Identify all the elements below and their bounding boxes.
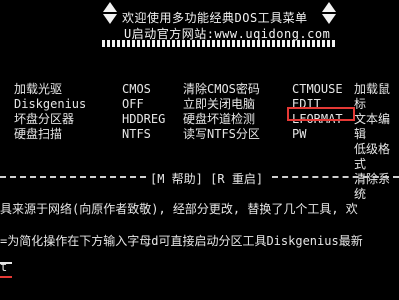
selection-highlight-box: [287, 107, 355, 121]
menu-item-off[interactable]: OFF: [122, 97, 165, 112]
menu-desc-bad-sector-check: 硬盘坏道检测: [183, 112, 256, 126]
menu-column-1: 加载光驱 Diskgenius 坏盘分区器 硬盘扫描: [14, 82, 86, 142]
menu-desc-clear-cmos: 清除CMOS密码: [183, 82, 260, 96]
menu-desc-text-edit: 文本编辑: [354, 112, 391, 141]
help-button[interactable]: [M 帮助]: [150, 172, 203, 186]
red-marker: [0, 276, 12, 278]
menu-item-disk-scan[interactable]: 硬盘扫描: [14, 127, 86, 142]
info-line-1: 具来源于网络(向原作者致敬), 经部分更改, 替换了几个工具, 欢: [0, 202, 358, 216]
help-bar: [M 帮助] [R 重启]: [146, 170, 268, 187]
restart-button[interactable]: [R 重启]: [210, 172, 263, 186]
info-line-2: =为简化操作在下方输入字母d可直接启动分区工具Diskgenius最新: [0, 234, 363, 248]
triangle-down-icon: [103, 14, 117, 24]
triangle-up-icon: [103, 2, 117, 12]
menu-item-cmos[interactable]: CMOS: [122, 82, 165, 97]
menu-item-diskgenius[interactable]: Diskgenius: [14, 97, 86, 112]
menu-column-5: 加载鼠标 文本编辑 低级格式 清除系统: [354, 82, 399, 202]
menu-desc-shutdown: 立即关闭电脑: [183, 97, 256, 111]
menu-column-2: CMOS OFF HDDREG NTFS: [122, 82, 165, 142]
divider-right: [272, 176, 399, 178]
triangle-down-icon: [322, 14, 336, 24]
divider-left: [0, 176, 146, 178]
banner-title: 欢迎使用多功能经典DOS工具菜单: [122, 11, 308, 25]
menu-item-ctmouse[interactable]: CTMOUSE: [292, 82, 343, 97]
banner-border: [102, 40, 336, 47]
menu-item-ntfs[interactable]: NTFS: [122, 127, 165, 142]
menu-desc-ntfs-rw: 读写NTFS分区: [183, 127, 260, 141]
menu-item-hddreg[interactable]: HDDREG: [122, 112, 165, 127]
menu-item-load-cdrom[interactable]: 加载光驱: [14, 82, 86, 97]
triangle-up-icon: [322, 2, 336, 12]
menu-column-3: 清除CMOS密码 立即关闭电脑 硬盘坏道检测 读写NTFS分区: [183, 82, 260, 142]
menu-desc-low-format: 低级格式: [354, 142, 391, 171]
menu-item-pw[interactable]: PW: [292, 127, 343, 142]
text-cursor: [0, 262, 12, 264]
menu-item-bad-disk-partitioner[interactable]: 坏盘分区器: [14, 112, 86, 127]
menu-desc-load-mouse: 加载鼠标: [354, 82, 391, 111]
